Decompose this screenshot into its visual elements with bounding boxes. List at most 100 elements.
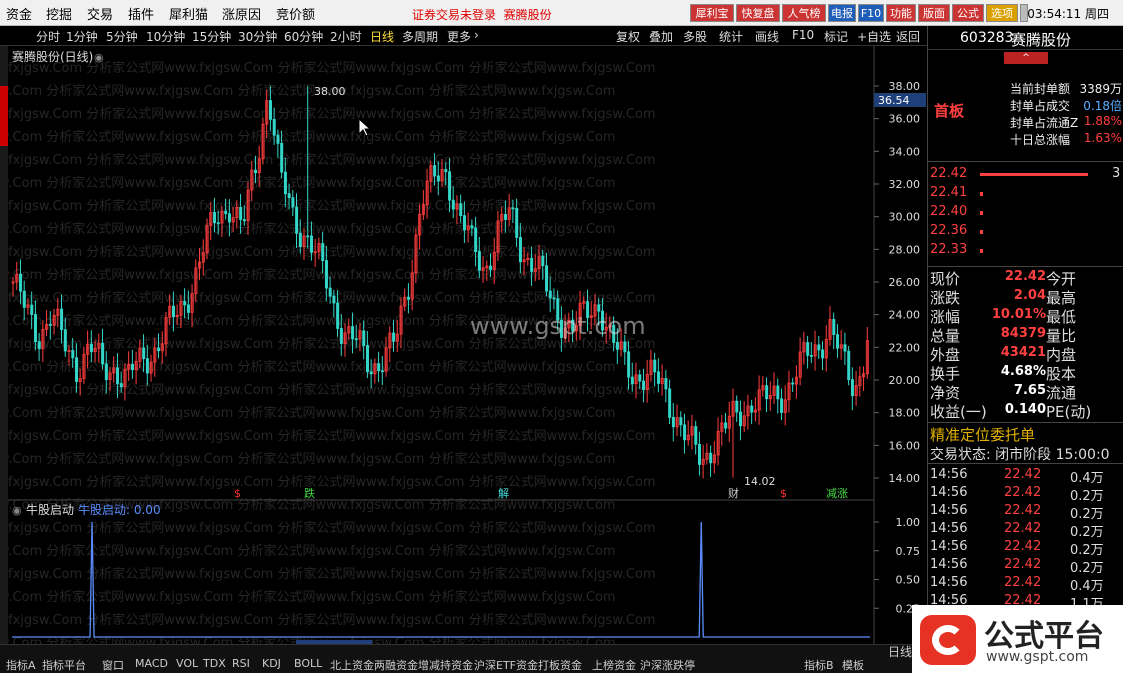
- candle-body: [186, 304, 190, 313]
- watermark-line: fxjgsw.Com 分析家公式网www.fxjgsw.Com 分析家公式网ww…: [8, 382, 656, 398]
- bottom-tab[interactable]: 打板资金: [538, 657, 582, 673]
- candle-body: [843, 344, 847, 352]
- candle-body: [847, 350, 851, 381]
- bottom-tab[interactable]: 指标平台: [42, 657, 86, 673]
- bottom-tab[interactable]: KDJ: [262, 657, 281, 670]
- order-volume-bar: [980, 230, 983, 234]
- stock-name[interactable]: 赛腾股份: [1011, 29, 1071, 50]
- bottom-tab[interactable]: TDX: [203, 657, 226, 670]
- candle-body: [548, 290, 552, 299]
- bottom-tab[interactable]: 沪深ETF资金: [474, 657, 538, 673]
- tool-back[interactable]: 返回: [896, 28, 920, 45]
- bottom-tab[interactable]: 日线: [888, 643, 912, 660]
- quote-label: 股本: [1046, 365, 1077, 383]
- menu-item-xilimao[interactable]: 犀利猫: [169, 4, 208, 23]
- indicator-settings-icon[interactable]: ◉: [12, 504, 22, 517]
- f10-button[interactable]: F10: [858, 4, 884, 22]
- hot-list-button[interactable]: 人气榜: [782, 4, 826, 22]
- menu-item-mine[interactable]: 挖掘: [46, 4, 72, 23]
- fast-review-button[interactable]: 快复盘: [736, 4, 780, 22]
- precise-order-link[interactable]: 精准定位委托单: [930, 424, 1035, 445]
- candle-body: [470, 225, 474, 229]
- formula-button[interactable]: 公式: [952, 4, 984, 22]
- period-15min[interactable]: 15分钟: [192, 28, 231, 45]
- bottom-tab[interactable]: 两融资金: [374, 657, 418, 673]
- period-60min[interactable]: 60分钟: [284, 28, 323, 45]
- period-multi[interactable]: 多周期: [402, 28, 438, 45]
- quote-label: 今开: [1046, 270, 1077, 288]
- options-button[interactable]: 选项: [986, 4, 1018, 22]
- candle-body: [354, 338, 358, 341]
- function-button[interactable]: 功能: [886, 4, 916, 22]
- kline-chart[interactable]: fxjgsw.Com 分析家公式网www.fxjgsw.Com 分析家公式网ww…: [8, 46, 927, 644]
- candle-body: [780, 398, 784, 413]
- period-timeshare[interactable]: 分时: [36, 28, 60, 45]
- candle-body: [328, 287, 332, 297]
- period-30min[interactable]: 30分钟: [238, 28, 277, 45]
- candle-body: [22, 290, 26, 308]
- watermark-line: fxjgsw.Com 分析家公式网www.fxjgsw.Com 分析家公式网ww…: [8, 175, 616, 191]
- trade-row: 14:56 22.42 0.4万: [928, 467, 1123, 486]
- candle-body: [142, 347, 146, 360]
- bottom-tab[interactable]: 指标A: [6, 657, 36, 673]
- tool-f10[interactable]: F10: [792, 28, 814, 42]
- telegram-button[interactable]: 电报: [828, 4, 856, 22]
- candle-body: [291, 197, 295, 208]
- order-volume-bar: [980, 173, 1088, 176]
- bottom-tab[interactable]: 增减持资金: [418, 657, 473, 673]
- trade-volume: 0.4万: [1070, 471, 1104, 486]
- tool-adjust[interactable]: 复权: [616, 28, 640, 45]
- candle-body: [268, 100, 272, 120]
- menu-item-funds[interactable]: 资金: [6, 4, 32, 23]
- candle-body: [75, 357, 79, 382]
- bottom-tab[interactable]: 上榜资金: [592, 657, 636, 673]
- trade-volume: 0.4万: [1070, 579, 1104, 594]
- tool-overlay[interactable]: 叠加: [649, 28, 673, 45]
- candle-body: [407, 296, 411, 300]
- menu-item-plugins[interactable]: 插件: [128, 4, 154, 23]
- menu-item-trade[interactable]: 交易: [87, 4, 113, 23]
- trade-price: 22.42: [1004, 521, 1042, 536]
- stock-code[interactable]: 603283: [960, 30, 1013, 46]
- menu-item-auction[interactable]: 竞价额: [276, 4, 315, 23]
- tool-stats[interactable]: 统计: [719, 28, 743, 45]
- period-daily[interactable]: 日线: [370, 28, 394, 45]
- divider: [928, 161, 1123, 162]
- tool-multi[interactable]: 多股: [683, 28, 707, 45]
- bottom-tab[interactable]: 沪深涨跌停: [640, 657, 695, 673]
- candle-body: [474, 227, 478, 252]
- y-tick-label: 20.00: [889, 374, 921, 387]
- tool-mark[interactable]: 标记: [824, 28, 848, 45]
- quote-label: 最低: [1046, 308, 1077, 326]
- candle-body: [489, 265, 493, 270]
- trade-row: 14:56 22.42 0.2万: [928, 503, 1123, 522]
- xilibao-button[interactable]: 犀利宝: [690, 4, 734, 22]
- bottom-tab[interactable]: MACD: [135, 657, 168, 670]
- period-10min[interactable]: 10分钟: [146, 28, 185, 45]
- candle-body: [642, 380, 646, 390]
- bottom-tab[interactable]: 模板: [842, 657, 864, 673]
- bottom-tab[interactable]: 北上资金: [330, 657, 374, 673]
- period-2hour[interactable]: 2小时: [330, 28, 362, 45]
- bottom-tab[interactable]: BOLL: [294, 657, 322, 670]
- login-notice[interactable]: 证券交易未登录 赛腾股份: [412, 6, 552, 23]
- bottom-tab[interactable]: RSI: [232, 657, 250, 670]
- candle-body: [791, 382, 795, 385]
- order-book-row: 22.36: [928, 223, 1123, 241]
- chevron-right-icon[interactable]: ›: [474, 28, 479, 42]
- quote-label: 净资: [930, 384, 961, 402]
- left-side-strip[interactable]: [0, 46, 8, 658]
- menu-item-reasons[interactable]: 涨原因: [222, 4, 261, 23]
- bottom-tab[interactable]: 窗口: [102, 657, 124, 673]
- collapse-button[interactable]: ^: [1004, 52, 1048, 64]
- trade-row: 14:56 22.42 0.2万: [928, 521, 1123, 540]
- period-more[interactable]: 更多: [447, 28, 471, 45]
- period-5min[interactable]: 5分钟: [106, 28, 138, 45]
- chart-settings-icon[interactable]: ◉: [94, 51, 104, 64]
- tool-add-watch[interactable]: +自选: [857, 28, 891, 45]
- bottom-tab[interactable]: VOL: [176, 657, 198, 670]
- tool-draw[interactable]: 画线: [755, 28, 779, 45]
- layout-button[interactable]: 版面: [918, 4, 950, 22]
- period-1min[interactable]: 1分钟: [66, 28, 98, 45]
- bottom-tab[interactable]: 指标B: [804, 657, 834, 673]
